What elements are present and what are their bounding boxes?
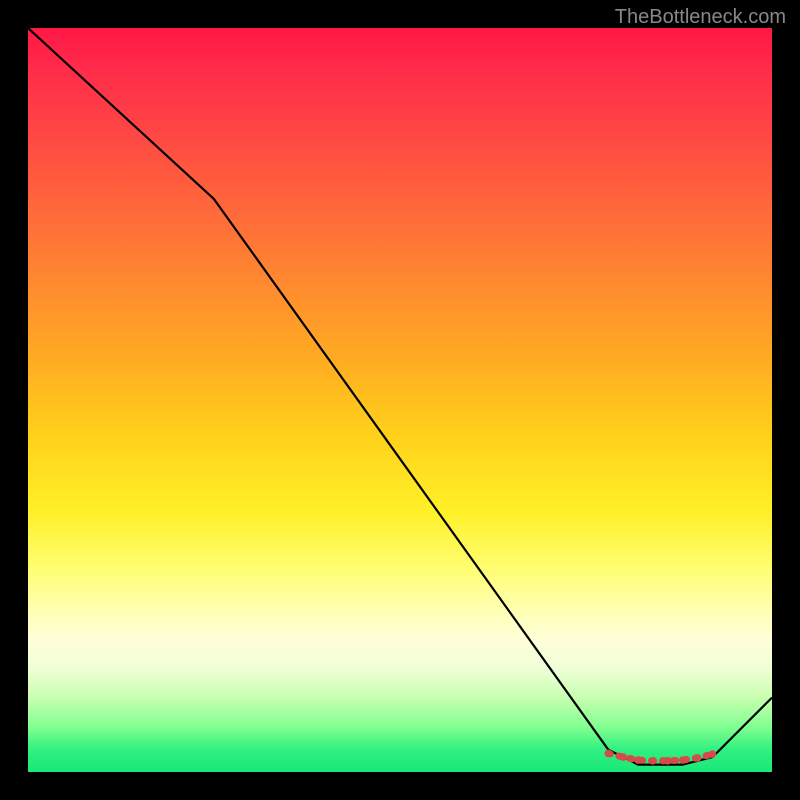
optimal-range-marker: [664, 757, 672, 765]
optimal-range-markers: [605, 750, 717, 765]
optimal-range-marker: [605, 750, 613, 758]
optimal-range-marker: [649, 757, 657, 765]
watermark-text: TheBottleneck.com: [615, 6, 786, 29]
optimal-range-marker: [679, 756, 687, 764]
optimal-range-marker: [634, 756, 642, 764]
optimal-range-marker: [709, 750, 717, 758]
optimal-range-marker: [694, 754, 702, 762]
chart-plot-area: [28, 28, 772, 772]
optimal-range-marker: [619, 753, 627, 761]
chart-svg: [28, 28, 772, 772]
bottleneck-curve-line: [28, 28, 772, 765]
